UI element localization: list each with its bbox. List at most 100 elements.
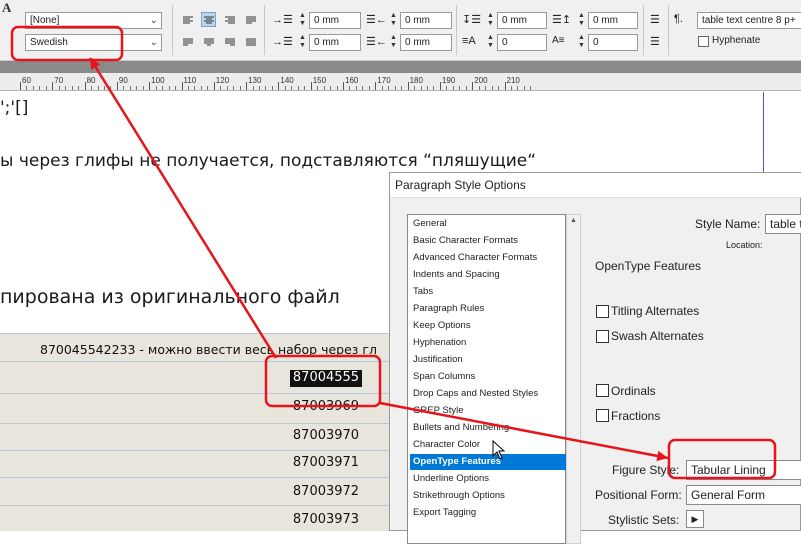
table-row-divider <box>0 361 392 362</box>
panel-item-span-columns[interactable]: Span Columns <box>410 369 566 385</box>
panel-item-indents-and-spacing[interactable]: Indents and Spacing <box>410 267 566 283</box>
table-cell[interactable]: 87003973 <box>266 512 386 527</box>
language-select[interactable]: Swedish ⌄ <box>25 34 162 51</box>
ruler-minor-tick <box>452 86 454 90</box>
space-before-stepper[interactable]: ▲ ▼ <box>486 12 495 29</box>
document-text-line[interactable]: ы через глифы не получается, подставляют… <box>0 151 536 171</box>
fractions-checkbox[interactable] <box>596 409 609 422</box>
drop-cap-lines-field[interactable]: 0 <box>497 34 547 51</box>
horizontal-ruler[interactable]: 60 70 80 90 100 110 120 130 140 150 160 170 180 190 20… <box>0 73 801 91</box>
space-before-field[interactable]: 0 mm <box>497 12 547 29</box>
panel-item-export-tagging[interactable]: Export Tagging <box>410 505 566 521</box>
panel-item-character-color[interactable]: Character Color <box>410 437 566 453</box>
justify-left-button[interactable] <box>180 34 195 49</box>
ruler-minor-tick <box>265 86 267 90</box>
ruler-minor-tick <box>485 86 487 90</box>
ruler-minor-tick <box>45 86 47 90</box>
panel-item-underline-options[interactable]: Underline Options <box>410 471 566 487</box>
panel-item-basic-character-formats[interactable]: Basic Character Formats <box>410 233 566 249</box>
table-row-divider <box>0 477 392 478</box>
hyphenate-checkbox[interactable] <box>698 36 709 47</box>
ruler-minor-tick <box>162 86 164 90</box>
panel-item-general[interactable]: General <box>410 216 566 232</box>
paragraph-style-field[interactable]: table text centre 8 p+ <box>697 12 801 29</box>
last-line-indent-stepper[interactable]: ▲ ▼ <box>389 34 398 51</box>
ruler-major-tick <box>52 82 54 90</box>
ruler-label: 60 <box>22 76 31 85</box>
table-cell[interactable]: 87003972 <box>266 484 386 499</box>
first-line-indent-stepper[interactable]: ▲ ▼ <box>298 34 307 51</box>
panel-item-tabs[interactable]: Tabs <box>410 284 566 300</box>
panel-item-strikethrough-options[interactable]: Strikethrough Options <box>410 488 566 504</box>
table-cell[interactable]: 87003971 <box>266 455 386 470</box>
ruler-minor-tick <box>155 86 157 90</box>
table-row-divider <box>0 505 392 506</box>
table-cell[interactable]: 87003970 <box>266 428 386 443</box>
justify-right-button[interactable] <box>222 34 237 49</box>
panel-item-advanced-character-formats[interactable]: Advanced Character Formats <box>410 250 566 266</box>
left-indent-field[interactable]: 0 mm <box>309 12 361 29</box>
panel-item-bullets-and-numbering[interactable]: Bullets and Numbering <box>410 420 566 436</box>
ruler-major-tick <box>278 82 280 90</box>
panel-list-scrollbar[interactable]: ▲ <box>566 214 581 544</box>
align-right-button[interactable] <box>222 12 237 27</box>
ruler-minor-tick <box>136 86 138 90</box>
ruler-minor-tick <box>194 86 196 90</box>
fractions-label: Fractions <box>611 409 661 423</box>
align-towards-spine-button[interactable] <box>243 12 258 27</box>
ruler-minor-tick <box>426 86 428 90</box>
ruler-minor-tick <box>284 86 286 90</box>
ruler-minor-tick <box>175 86 177 90</box>
left-indent-stepper[interactable]: ▲ ▼ <box>298 12 307 29</box>
panel-item-justification[interactable]: Justification <box>410 352 566 368</box>
ruler-minor-tick <box>220 86 222 90</box>
panel-item-hyphenation[interactable]: Hyphenation <box>410 335 566 351</box>
drop-cap-chars-stepper[interactable]: ▲ ▼ <box>577 34 586 51</box>
positional-form-select[interactable]: General Form <box>686 485 801 505</box>
panel-item-opentype-features[interactable]: OpenType Features <box>410 454 566 470</box>
ruler-label: 100 <box>151 76 165 85</box>
style-name-input[interactable]: table t <box>765 214 801 234</box>
table-row-divider <box>0 450 392 451</box>
panel-list[interactable]: General Basic Character Formats Advanced C… <box>407 214 566 544</box>
document-text-line[interactable]: пирована из оригинального файл <box>0 286 340 308</box>
ruler-major-tick <box>375 82 377 90</box>
titling-alternates-checkbox[interactable] <box>596 305 609 318</box>
stylistic-sets-button[interactable]: ▶ <box>686 510 704 528</box>
right-indent-stepper[interactable]: ▲ ▼ <box>389 12 398 29</box>
drop-cap-lines-icon: ≡A <box>462 35 476 47</box>
ruler-label: 90 <box>118 76 128 85</box>
ruler-minor-tick <box>530 86 532 90</box>
drop-cap-chars-field[interactable]: 0 <box>588 34 638 51</box>
scroll-up-icon[interactable]: ▲ <box>570 217 577 224</box>
swash-alternates-checkbox[interactable] <box>596 330 609 343</box>
panel-item-keep-options[interactable]: Keep Options <box>410 318 566 334</box>
table-cell-selected[interactable]: 87004555 <box>266 370 386 385</box>
ruler-minor-tick <box>233 86 235 90</box>
ordinals-checkbox[interactable] <box>596 384 609 397</box>
ruler-label: 180 <box>409 76 423 85</box>
drop-cap-lines-stepper[interactable]: ▲ ▼ <box>486 34 495 51</box>
panel-item-paragraph-rules[interactable]: Paragraph Rules <box>410 301 566 317</box>
ruler-major-tick <box>439 82 441 90</box>
panel-item-grep-style[interactable]: GREP Style <box>410 403 566 419</box>
table-cell[interactable]: 87003969 <box>266 399 386 414</box>
panel-item-drop-caps-and-nested-styles[interactable]: Drop Caps and Nested Styles <box>410 386 566 402</box>
right-indent-field[interactable]: 0 mm <box>400 12 452 29</box>
dialog-title[interactable]: Paragraph Style Options <box>390 173 801 198</box>
justify-center-button[interactable] <box>201 34 216 49</box>
justify-all-button[interactable] <box>243 34 258 49</box>
align-left-button[interactable] <box>180 12 195 27</box>
first-line-indent-field[interactable]: 0 mm <box>309 34 361 51</box>
space-after-stepper[interactable]: ▲ ▼ <box>577 12 586 29</box>
last-line-indent-field[interactable]: 0 mm <box>400 34 452 51</box>
ruler-minor-tick <box>465 86 467 90</box>
document-text-line[interactable]: ';'[] <box>0 98 28 118</box>
ruler-label: 140 <box>280 76 294 85</box>
figure-style-select[interactable]: Tabular Lining <box>686 460 801 480</box>
character-style-select[interactable]: [None] ⌄ <box>25 12 162 29</box>
align-center-button[interactable] <box>201 12 216 27</box>
ruler-minor-tick <box>459 86 461 90</box>
space-after-field[interactable]: 0 mm <box>588 12 638 29</box>
table-header-cell[interactable]: 870045542233 - можно ввести весь набор ч… <box>40 342 392 357</box>
